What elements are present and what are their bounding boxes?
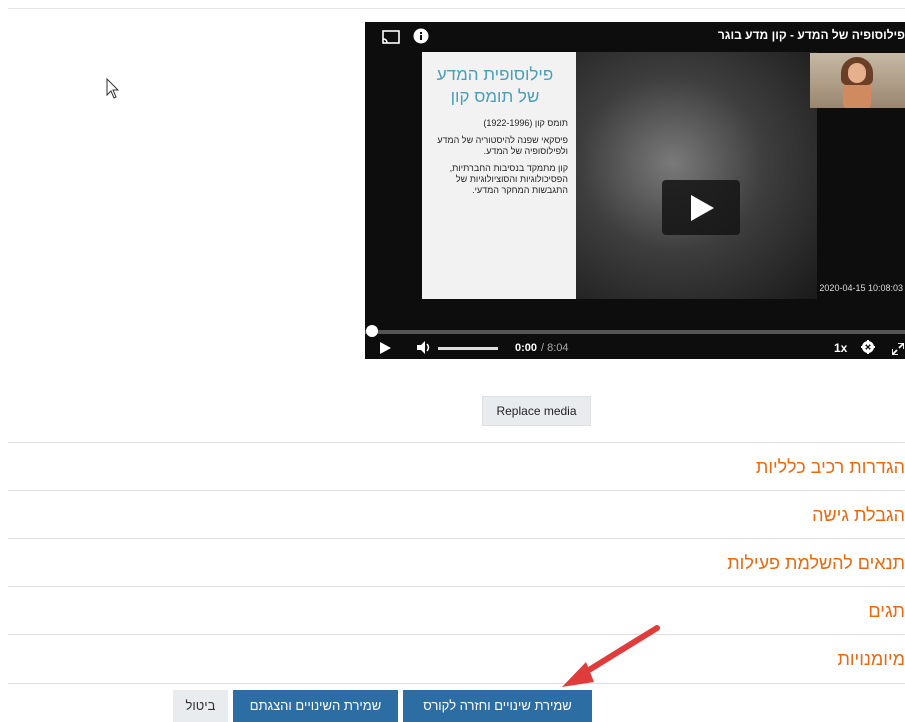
play-overlay-button[interactable] bbox=[662, 180, 740, 235]
section-label[interactable]: תנאים להשלמת פעילות bbox=[8, 539, 905, 587]
cancel-button[interactable]: ביטול bbox=[173, 690, 228, 722]
section-tags[interactable]: תגים bbox=[8, 586, 905, 635]
player-controls: 0:00 / 8:04 1x bbox=[365, 336, 905, 359]
slide-title-line-1: פילוסופית המדע bbox=[436, 65, 554, 84]
video-title: פילוסופיה של המדע - קון מדע בוגר bbox=[717, 28, 905, 42]
save-and-display-button[interactable]: שמירת השינויים והצגתם bbox=[233, 690, 398, 722]
section-activity-completion[interactable]: תנאים להשלמת פעילות bbox=[8, 538, 905, 587]
duration: / 8:04 bbox=[541, 342, 569, 354]
video-frame: פילוסופית המדע של תומס קון תומס קון (192… bbox=[422, 52, 817, 299]
gear-icon[interactable] bbox=[861, 340, 875, 354]
section-label[interactable]: הגדרות רכיב כלליות bbox=[8, 443, 905, 491]
volume-slider[interactable] bbox=[438, 347, 498, 350]
slide-title-line-2: של תומס קון bbox=[450, 87, 540, 106]
section-label[interactable]: מיומנויות bbox=[8, 635, 905, 683]
slide-text-panel: פילוסופית המדע של תומס קון תומס קון (192… bbox=[422, 52, 576, 299]
section-general-settings[interactable]: הגדרות רכיב כלליות bbox=[8, 442, 905, 491]
progress-bar[interactable] bbox=[365, 330, 905, 334]
section-access-restrictions[interactable]: הגבלת גישה bbox=[8, 490, 905, 539]
section-label[interactable]: תגים bbox=[8, 587, 905, 635]
mouse-cursor-icon bbox=[106, 78, 120, 99]
video-player[interactable]: פילוסופיה של המדע - קון מדע בוגר פילוסופ… bbox=[365, 22, 905, 359]
slide-body-paragraph: פיסקאי שפנה להיסטוריה של המדע ולפילוסופי… bbox=[437, 135, 568, 156]
slide-body-paragraph: קון מתמקד בנסיבות החברתיות, הפסיכולוגיות… bbox=[449, 163, 568, 195]
slide-body-line: תומס קון (1922-1996) bbox=[483, 118, 568, 128]
save-and-return-button[interactable]: שמירת שינויים וחזרה לקורס bbox=[403, 690, 592, 722]
section-competencies[interactable]: מיומנויות bbox=[8, 634, 905, 684]
recording-timestamp: 2020-04-15 10:08:03 bbox=[819, 283, 903, 293]
annotation-arrow-icon bbox=[562, 625, 660, 687]
top-divider bbox=[8, 8, 905, 9]
webcam-face bbox=[848, 63, 866, 83]
current-time: 0:00 bbox=[515, 342, 538, 354]
volume-icon[interactable] bbox=[417, 341, 433, 354]
fullscreen-icon[interactable] bbox=[892, 343, 904, 355]
play-icon bbox=[691, 195, 714, 221]
webcam-thumbnail bbox=[810, 53, 905, 108]
replace-media-button[interactable]: Replace media bbox=[482, 396, 591, 426]
slide-body: תומס קון (1922-1996) פיסקאי שפנה להיסטור… bbox=[422, 108, 576, 196]
info-icon[interactable] bbox=[413, 28, 429, 44]
play-icon[interactable] bbox=[380, 342, 391, 354]
portrait-photo bbox=[576, 52, 817, 299]
cast-icon[interactable] bbox=[382, 30, 400, 44]
slide-title: פילוסופית המדע של תומס קון bbox=[422, 52, 576, 108]
playback-speed-button[interactable]: 1x bbox=[834, 341, 847, 355]
section-label[interactable]: הגבלת גישה bbox=[8, 491, 905, 539]
